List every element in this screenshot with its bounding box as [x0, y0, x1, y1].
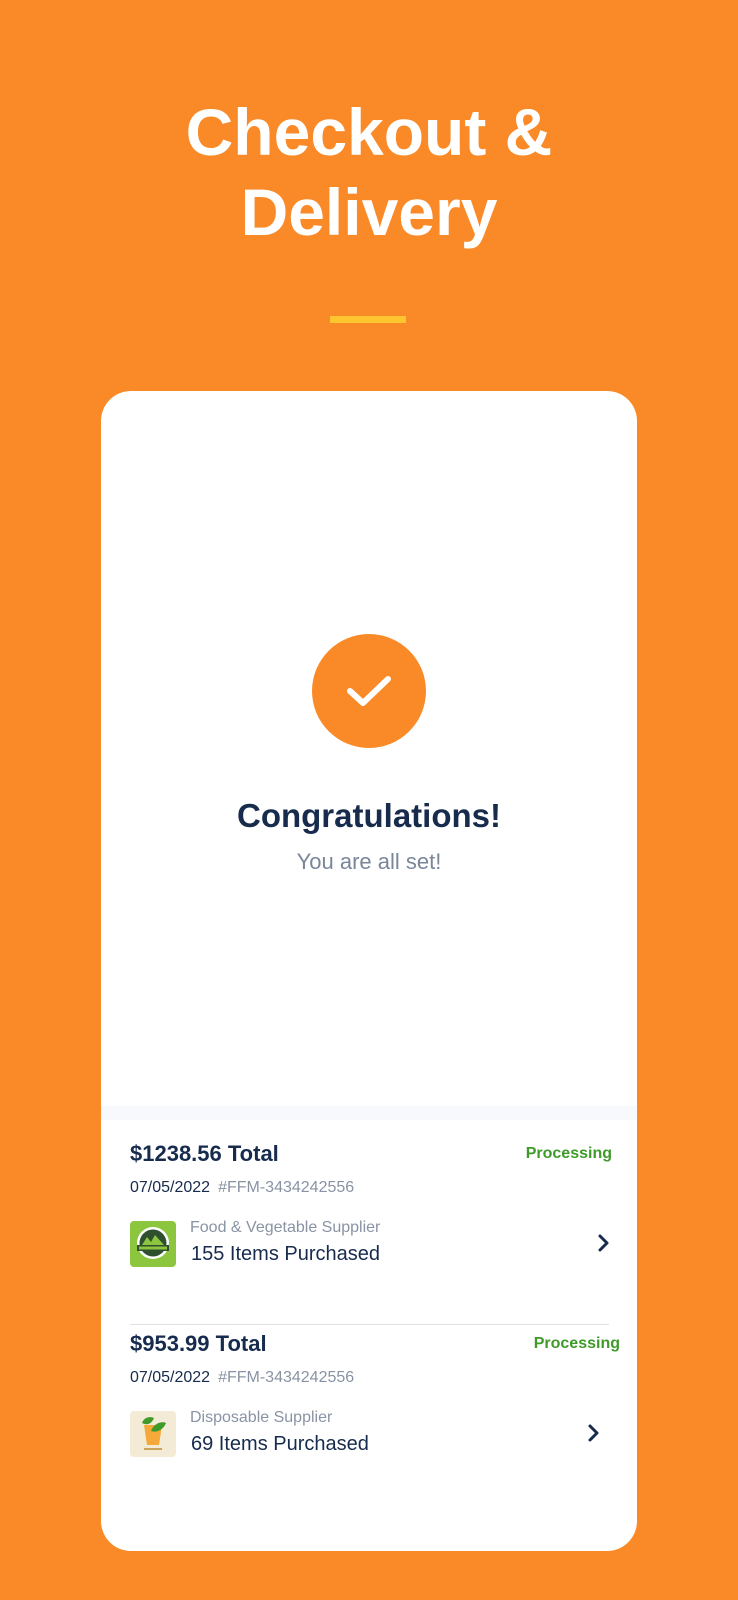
- supplier-name: Food & Vegetable Supplier: [190, 1219, 381, 1236]
- green-farm-logo: [130, 1221, 176, 1267]
- chevron-right-icon[interactable]: [596, 1233, 612, 1253]
- page-headline: Checkout & Delivery: [0, 92, 738, 252]
- order-meta: 07/05/2022 #FFM-3434242556: [130, 1369, 354, 1387]
- order-number: #FFM-3434242556: [218, 1179, 355, 1196]
- order-status-badge: Processing: [533, 1335, 620, 1352]
- disposable-supplier-logo: [130, 1411, 176, 1457]
- order-separator: [130, 1324, 609, 1325]
- order-total: $953.99 Total: [130, 1331, 267, 1356]
- headline-accent-bar: [330, 316, 406, 323]
- headline-line-1: Checkout &: [185, 95, 553, 169]
- section-divider: [101, 1106, 637, 1120]
- checkmark-icon: [347, 676, 391, 706]
- supplier-row[interactable]: Food & Vegetable Supplier 155 Items Purc…: [130, 1219, 612, 1267]
- items-purchased: 69 Items Purchased: [191, 1433, 369, 1455]
- order-status-badge: Processing: [525, 1145, 612, 1162]
- supplier-name: Disposable Supplier: [190, 1409, 333, 1426]
- supplier-row[interactable]: Disposable Supplier 69 Items Purchased: [130, 1409, 612, 1457]
- chevron-right-icon[interactable]: [586, 1423, 602, 1443]
- congratulations-title: Congratulations!: [237, 797, 501, 834]
- order-date: 07/05/2022: [130, 1179, 211, 1196]
- order-total: $1238.56 Total: [130, 1141, 279, 1166]
- order-number: #FFM-3434242556: [218, 1369, 355, 1386]
- congratulations-subtitle: You are all set!: [296, 849, 442, 874]
- items-purchased: 155 Items Purchased: [191, 1243, 380, 1265]
- success-badge: [312, 634, 426, 748]
- order-date: 07/05/2022: [130, 1369, 211, 1386]
- headline-line-2: Delivery: [240, 175, 498, 249]
- order-meta: 07/05/2022 #FFM-3434242556: [130, 1179, 354, 1197]
- checkout-card: Congratulations! You are all set! $1238.…: [101, 391, 637, 1551]
